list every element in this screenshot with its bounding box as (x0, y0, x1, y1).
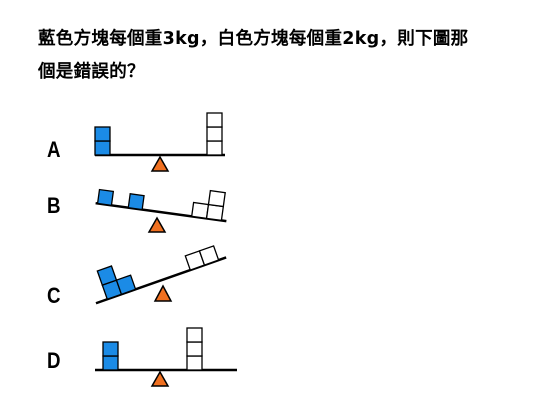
fulcrum-triangle (150, 370, 170, 387)
white-block (206, 140, 223, 156)
fulcrum-triangle (150, 155, 170, 172)
balance-scales-figure (86, 112, 237, 387)
white-block (186, 327, 203, 343)
blue-block (102, 341, 119, 357)
fulcrum-triangle (147, 216, 167, 233)
white-block-stack (206, 112, 223, 156)
blue-block-stack (102, 341, 119, 371)
blue-block (127, 193, 145, 211)
blue-block (94, 140, 111, 156)
scale-c[interactable] (86, 229, 227, 305)
white-block (186, 341, 203, 357)
white-block (206, 126, 223, 142)
scale-d[interactable] (95, 327, 237, 387)
white-block-stack (186, 327, 203, 371)
white-block (207, 189, 226, 208)
scale-b[interactable] (95, 175, 231, 233)
scale-a[interactable] (94, 112, 225, 172)
white-block (186, 355, 203, 371)
blue-block-stack (94, 126, 111, 156)
white-block (206, 112, 223, 128)
fulcrum-triangle (153, 284, 173, 302)
white-block (205, 203, 225, 222)
blue-block (96, 188, 115, 207)
blue-block (102, 355, 119, 371)
blue-block (94, 126, 111, 142)
white-block (190, 201, 210, 220)
